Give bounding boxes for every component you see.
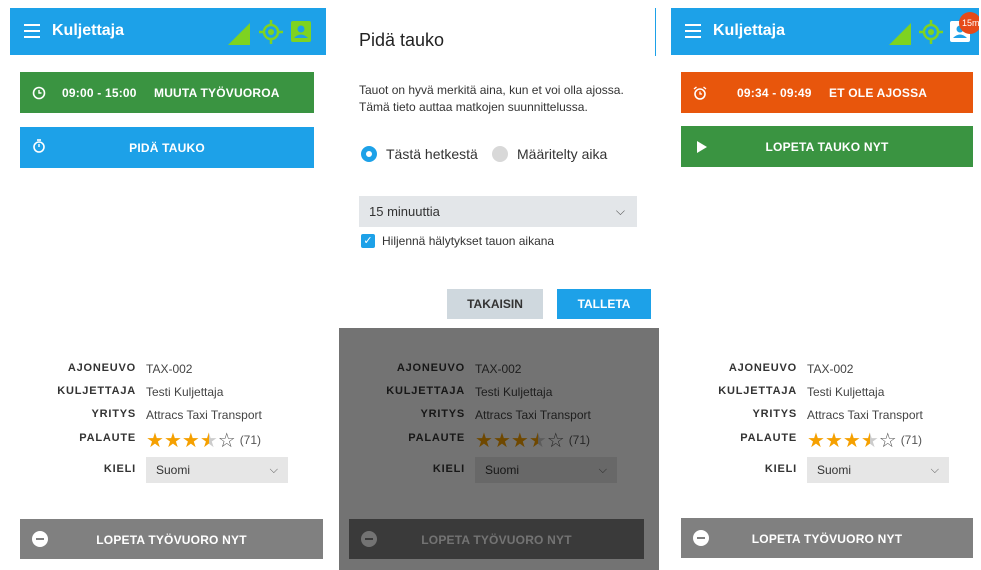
star-empty-icon: ☆ xyxy=(217,430,236,452)
company-value: Attracs Taxi Transport xyxy=(146,408,262,422)
driver-screen-break-dialog: AJONEUVOTAX-002 KULJETTAJATesti Kuljetta… xyxy=(339,0,659,570)
save-button[interactable]: TALLETA xyxy=(557,289,651,319)
driver-label: KULJETTAJA xyxy=(57,385,136,397)
star-icon: ★ xyxy=(807,430,825,452)
radio-now-label: Tästä hetkestä xyxy=(386,146,478,162)
rating-stars: ★★★★☆(71) xyxy=(807,428,922,453)
star-icon: ★ xyxy=(181,430,200,452)
break-dialog: Pidä tauko Tauot on hyvä merkitä aina, k… xyxy=(339,0,659,328)
language-value: Suomi xyxy=(817,463,852,477)
not-driving-button[interactable]: 09:34 - 09:49 ET OLE AJOSSA xyxy=(681,72,973,113)
modal-scrim[interactable] xyxy=(339,328,659,570)
signal-icon xyxy=(228,23,250,45)
not-driving-label: ET OLE AJOSSA xyxy=(829,86,928,100)
change-shift-button[interactable]: 09:00 - 15:00 MUUTA TYÖVUOROA xyxy=(20,72,314,113)
take-break-label: PIDÄ TAUKO xyxy=(129,141,205,155)
chevron-down-icon: ⌵ xyxy=(269,464,278,476)
menu-icon[interactable] xyxy=(24,24,40,38)
language-value: Suomi xyxy=(156,463,191,477)
end-shift-label: LOPETA TYÖVUORO NYT xyxy=(751,532,903,546)
feedback-count: (71) xyxy=(239,433,262,447)
app-bar: Kuljettaja xyxy=(10,8,326,55)
driver-label: KULJETTAJA xyxy=(718,385,797,397)
check-icon: ✓ xyxy=(361,234,375,248)
company-label: YRITYS xyxy=(752,408,797,420)
driver-screen-default: Kuljettaja 09:00 - 15:00 MUUTA TYÖVUOROA… xyxy=(10,0,326,570)
notification-badge: 15m xyxy=(959,12,979,34)
dialog-title: Pidä tauko xyxy=(359,30,445,50)
star-icon: ★ xyxy=(824,430,843,452)
star-icon: ★ xyxy=(146,430,164,452)
contact-icon[interactable] xyxy=(291,21,311,42)
rating-stars: ★★★★☆(71) xyxy=(146,428,261,453)
feedback-label: PALAUTE xyxy=(740,432,797,444)
clock-icon xyxy=(32,86,46,99)
duration-value: 15 minuuttia xyxy=(369,204,440,219)
company-value: Attracs Taxi Transport xyxy=(807,408,923,422)
chevron-down-icon: ⌵ xyxy=(615,204,625,218)
star-icon: ★ xyxy=(842,430,861,452)
language-label: KIELI xyxy=(103,463,136,475)
language-label: KIELI xyxy=(764,463,797,475)
vehicle-value: TAX-002 xyxy=(146,362,193,376)
app-title: Kuljettaja xyxy=(52,22,125,39)
break-time: 09:34 - 09:49 xyxy=(737,86,812,100)
driver-value: Testi Kuljettaja xyxy=(807,385,885,399)
take-break-button[interactable]: PIDÄ TAUKO xyxy=(20,127,314,168)
panel-divider xyxy=(655,8,656,56)
dialog-text: Tauot on hyvä merkitä aina, kun et voi o… xyxy=(359,83,624,114)
driver-value: Testi Kuljettaja xyxy=(146,385,224,399)
gps-icon[interactable] xyxy=(919,20,943,44)
language-select[interactable]: Suomi ⌵ xyxy=(146,457,288,483)
end-break-button[interactable]: LOPETA TAUKO NYT xyxy=(681,126,973,167)
end-break-label: LOPETA TAUKO NYT xyxy=(765,140,889,154)
alarm-icon xyxy=(693,85,707,100)
chevron-down-icon: ⌵ xyxy=(930,464,939,476)
mute-alerts-label: Hiljennä hälytykset tauon aikana xyxy=(382,234,555,248)
end-shift-label: LOPETA TYÖVUORO NYT xyxy=(96,533,247,547)
feedback-count: (71) xyxy=(900,433,923,447)
driver-screen-on-break: Kuljettaja 15m 09:34 - 09:49 ET OLE AJOS… xyxy=(671,0,979,570)
signal-icon xyxy=(889,23,911,45)
duration-select[interactable]: 15 minuuttia ⌵ xyxy=(359,196,637,227)
app-title: Kuljettaja xyxy=(713,22,786,39)
end-shift-button[interactable]: LOPETA TYÖVUORO NYT xyxy=(681,518,973,558)
company-label: YRITYS xyxy=(91,408,136,420)
shift-time: 09:00 - 15:00 xyxy=(62,86,137,100)
gps-icon[interactable] xyxy=(259,20,283,44)
feedback-label: PALAUTE xyxy=(79,432,136,444)
star-icon: ★ xyxy=(163,430,182,452)
vehicle-label: AJONEUVO xyxy=(728,362,797,374)
back-button[interactable]: TAKAISIN xyxy=(447,289,543,319)
app-bar: Kuljettaja 15m xyxy=(671,8,979,55)
end-shift-button[interactable]: LOPETA TYÖVUORO NYT xyxy=(20,519,323,559)
menu-icon[interactable] xyxy=(685,24,701,38)
vehicle-label: AJONEUVO xyxy=(67,362,136,374)
radio-selected-icon xyxy=(361,146,377,162)
change-shift-label: MUUTA TYÖVUOROA xyxy=(154,86,280,100)
star-half-icon: ★ xyxy=(199,430,218,452)
star-empty-icon: ☆ xyxy=(878,430,897,452)
radio-unselected-icon xyxy=(492,146,508,162)
vehicle-value: TAX-002 xyxy=(807,362,854,376)
language-select[interactable]: Suomi ⌵ xyxy=(807,457,949,483)
radio-defined-label: Määritelty aika xyxy=(517,146,608,162)
star-half-icon: ★ xyxy=(860,430,879,452)
